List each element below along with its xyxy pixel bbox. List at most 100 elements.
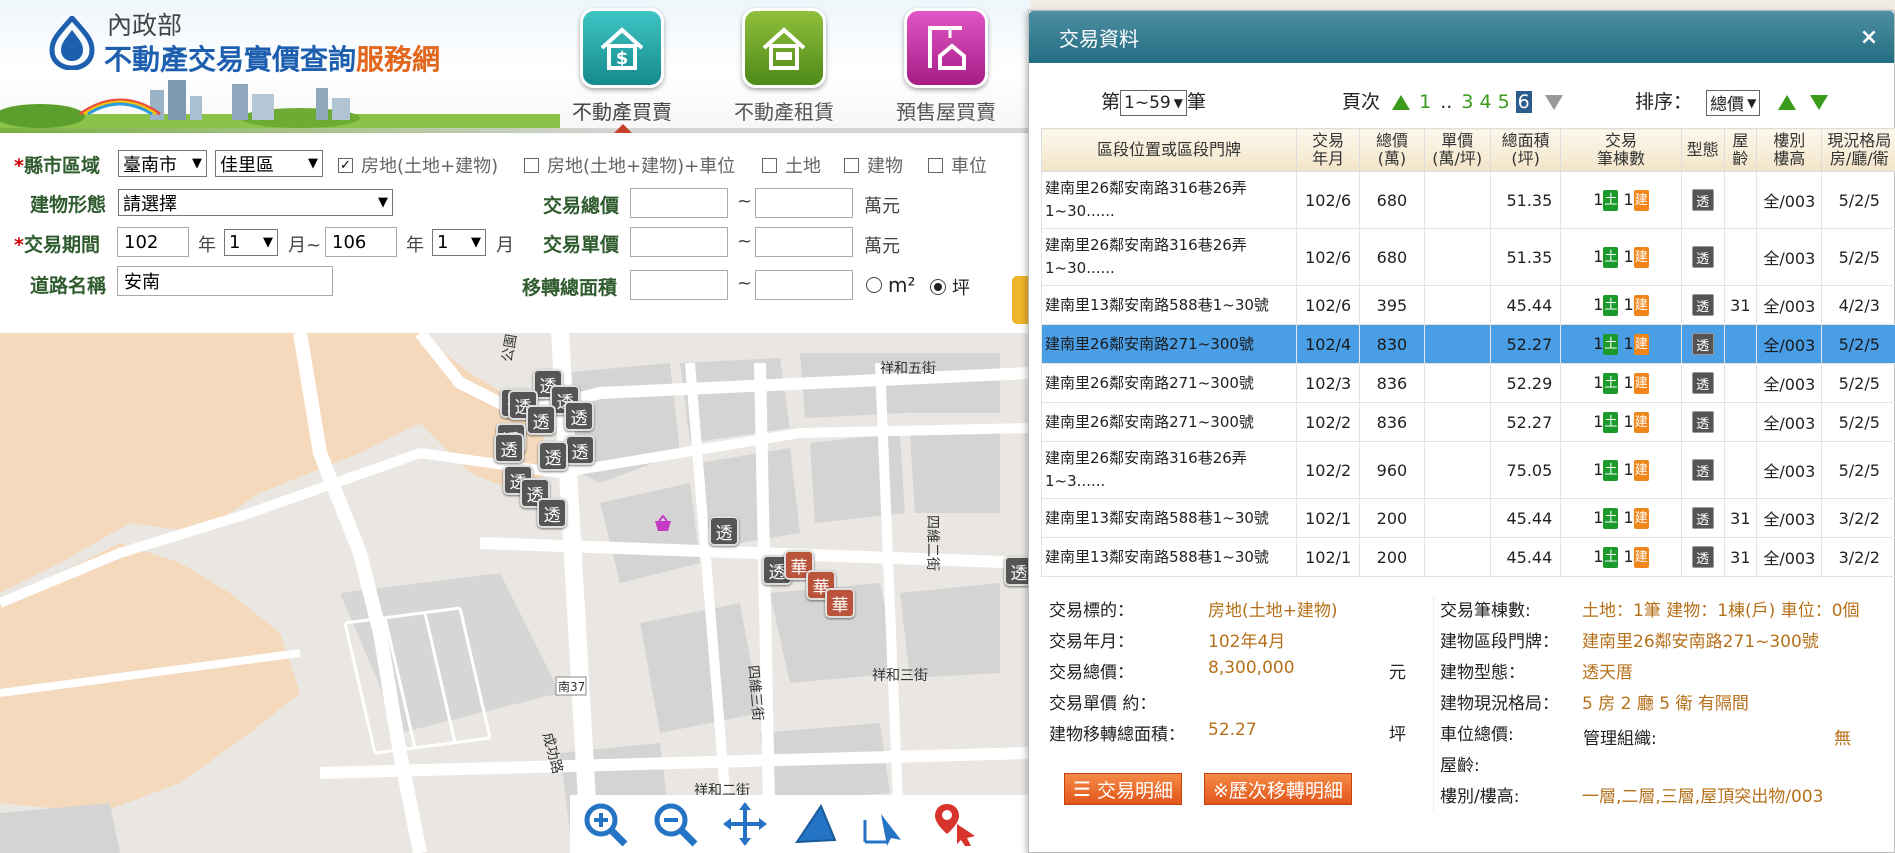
transfer-history-button[interactable]: ※歷次移轉明細 <box>1204 773 1352 805</box>
cell-type: 透 <box>1680 171 1725 229</box>
cell-area: 52.27 <box>1489 402 1562 442</box>
map-view[interactable]: 祥和五街 四維二街 祥和三街 四維三街 成功路 祥和二街 公園 南37 透 透 … <box>0 333 1030 853</box>
total-price-min-input[interactable] <box>630 188 728 218</box>
close-icon[interactable]: × <box>1844 25 1894 50</box>
page-ellipsis: .. <box>1440 91 1453 113</box>
table-row[interactable]: 建南里26鄰安南路316巷26弄1~30...... 102/6 680 51.35 1… <box>1040 228 1895 286</box>
management-value: 無 <box>1834 729 1851 749</box>
page-link[interactable]: 1 <box>1419 91 1431 113</box>
map-marker[interactable]: 透 <box>565 435 595 465</box>
column-header[interactable]: 單價 (萬/坪) <box>1423 128 1491 172</box>
table-row[interactable]: 建南里13鄰安南路588巷1~30號 102/1 200 45.44 1土 1建透 31 全… <box>1040 537 1895 577</box>
chevron-down-icon: ▼ <box>263 235 273 250</box>
period-to-year-input[interactable]: 106 <box>325 227 397 257</box>
target-parking-checkbox[interactable]: 車位 <box>928 152 987 178</box>
sort-desc-arrow-icon[interactable] <box>1810 95 1829 110</box>
total-price-max-input[interactable] <box>755 188 853 218</box>
table-row[interactable]: 建南里13鄰安南路588巷1~30號 102/6 395 45.44 1土 1建透 31 全… <box>1040 285 1895 325</box>
nav-real-estate-sale[interactable]: $ 不動產買賣 <box>547 8 697 128</box>
area-min-input[interactable] <box>630 270 728 300</box>
prev-page-arrow-icon[interactable] <box>1392 95 1411 110</box>
column-header[interactable]: 交易 年月 <box>1296 128 1361 172</box>
chevron-down-icon: ▼ <box>308 156 318 171</box>
cell-area: 75.05 <box>1489 441 1562 499</box>
building-badge-icon: 建 <box>1633 246 1649 268</box>
measure-distance-button[interactable] <box>850 797 920 851</box>
column-header[interactable]: 屋 齡 <box>1723 128 1758 172</box>
target-land-building-checkbox[interactable]: ✓ 房地(土地+建物) <box>338 152 498 178</box>
road-label: 祥和五街 <box>880 361 936 377</box>
target-land-checkbox[interactable]: 土地 <box>762 152 821 178</box>
current-page[interactable]: 6 <box>1515 91 1532 113</box>
zoom-in-icon <box>584 803 628 847</box>
next-page-arrow-icon[interactable] <box>1544 95 1563 110</box>
column-header[interactable]: 總面積 (坪) <box>1489 128 1562 172</box>
map-marker[interactable]: 透 <box>494 433 524 463</box>
table-row[interactable]: 建南里26鄰安南路316巷26弄1~30...... 102/6 680 51.35 1… <box>1040 171 1895 229</box>
site-title[interactable]: 不動產交易實價查詢服務網 <box>104 38 440 78</box>
zoom-out-button[interactable] <box>640 797 710 851</box>
measure-area-button[interactable] <box>780 797 850 851</box>
nav-real-estate-rent[interactable]: 不動產租賃 <box>709 8 859 128</box>
detail-row: 交易年月： 102年4月 <box>1049 627 1449 658</box>
table-row[interactable]: 建南里26鄰安南路271~300號 102/3 836 52.29 1土 1建透全/00… <box>1040 363 1895 403</box>
sort-select[interactable]: 總價 ▼ <box>1706 89 1761 116</box>
sort-asc-arrow-icon[interactable] <box>1778 95 1797 110</box>
map-marker[interactable]: 透 <box>526 405 556 435</box>
unit-price-min-input[interactable] <box>630 227 728 257</box>
land-badge-icon: 土 <box>1603 294 1619 316</box>
target-land-building-parking-checkbox[interactable]: 房地(土地+建物)+車位 <box>524 152 735 178</box>
unit-price-max-input[interactable] <box>755 227 853 257</box>
record-range-select[interactable]: 1~59 ▼ <box>1120 89 1187 116</box>
area-max-input[interactable] <box>755 270 853 300</box>
cell-counts: 1土 1建 <box>1560 228 1682 286</box>
detail-row: 建物區段門牌： 建南里26鄰安南路271~300號 <box>1440 627 1893 658</box>
area-unit-m2-radio[interactable]: m² <box>866 273 916 297</box>
map-marker[interactable]: 透 <box>537 498 567 528</box>
column-header[interactable]: 型態 <box>1680 128 1725 172</box>
detail-row: 建物現況格局： 5 房 2 廳 5 衛 有隔間 <box>1440 689 1893 720</box>
locate-button[interactable] <box>920 797 990 851</box>
building-type-select[interactable]: 請選擇 ▼ <box>118 189 393 216</box>
road-shield-label: 南37 <box>558 680 586 694</box>
map-marker[interactable]: 透 <box>564 401 594 431</box>
period-from-month-select[interactable]: 1 ▼ <box>224 229 278 256</box>
column-header[interactable]: 交易 筆棟數 <box>1560 128 1682 172</box>
map-marker[interactable]: 透 <box>538 441 568 471</box>
period-from-year-input[interactable]: 102 <box>117 227 189 257</box>
target-building-checkbox[interactable]: 建物 <box>844 152 903 178</box>
land-count: 1 <box>1593 246 1604 266</box>
district-select[interactable]: 佳里區 ▼ <box>215 150 323 177</box>
townhouse-type-icon: 透 <box>1691 246 1714 268</box>
map-marker[interactable]: 透 <box>709 516 739 546</box>
building-badge-icon: 建 <box>1633 372 1649 394</box>
nav-presale[interactable]: 預售屋買賣 <box>871 8 1021 128</box>
column-header[interactable]: 區段位置或區段門牌 <box>1040 128 1298 172</box>
move-arrows-icon <box>723 802 767 846</box>
column-header[interactable]: 現況格局 房/廳/衛 <box>1821 128 1895 172</box>
table-row-selected[interactable]: 建南里26鄰安南路271~300號 102/4 830 52.27 1土 1建透全/00… <box>1040 324 1895 364</box>
detail-label: 交易筆棟數: <box>1440 601 1531 621</box>
map-marker-hua[interactable]: 華 <box>825 588 855 618</box>
column-header[interactable]: 樓別 樓高 <box>1756 128 1823 172</box>
road-name-input[interactable]: 安南 <box>117 266 333 296</box>
unit-price-unit: 萬元 <box>864 236 900 257</box>
zoom-in-button[interactable] <box>570 797 640 851</box>
detail-label: 車位總價: <box>1440 725 1514 745</box>
cell-ym: 102/6 <box>1296 228 1361 286</box>
cell-unit <box>1423 402 1491 442</box>
county-select[interactable]: 臺南市 ▼ <box>118 150 207 177</box>
area-unit-ping-radio[interactable]: 坪 <box>930 274 970 300</box>
required-mark: * <box>14 155 24 177</box>
column-header[interactable]: 總價 (萬) <box>1359 128 1425 172</box>
table-row[interactable]: 建南里26鄰安南路271~300號 102/2 836 52.27 1土 1建透全/00… <box>1040 402 1895 442</box>
map-marker[interactable]: 透 <box>1004 556 1030 586</box>
page-link[interactable]: 5 <box>1498 91 1510 113</box>
page-link[interactable]: 3 <box>1461 91 1473 113</box>
pan-button[interactable] <box>710 797 780 851</box>
table-row[interactable]: 建南里13鄰安南路588巷1~30號 102/1 200 45.44 1土 1建透 31 全… <box>1040 498 1895 538</box>
table-row[interactable]: 建南里26鄰安南路316巷26弄1~3...... 102/2 960 75.05 1土… <box>1040 441 1895 499</box>
page-link[interactable]: 4 <box>1479 91 1491 113</box>
transaction-detail-button[interactable]: ☰ 交易明細 <box>1064 773 1182 805</box>
period-to-month-select[interactable]: 1 ▼ <box>432 229 486 256</box>
